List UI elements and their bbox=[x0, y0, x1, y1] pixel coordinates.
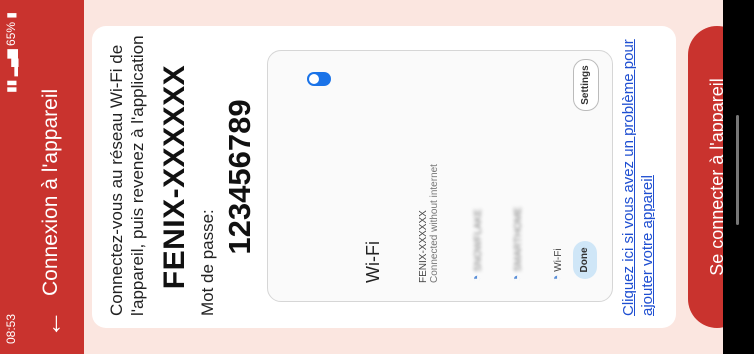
app-bar: ← Connexion à l'appareil bbox=[22, 0, 84, 354]
connected-network-row: FENIX-XXXXXX Connected without internet bbox=[418, 164, 440, 283]
status-icons: ▮▮ ▂▄▆ 65% ▮ bbox=[4, 12, 18, 93]
wifi-signal-icon: ◔ bbox=[548, 274, 564, 283]
network-name-blurred: SNOWFLAKE bbox=[473, 208, 484, 272]
network-row: ◔ SMARTHOME bbox=[508, 207, 524, 283]
home-gesture-pill[interactable] bbox=[736, 115, 739, 225]
status-time: 08:53 bbox=[4, 313, 18, 344]
arrow-left-icon[interactable]: ← bbox=[34, 306, 70, 342]
instruction-card: Connectez-vous au réseau Wi-Fi de l'appa… bbox=[92, 26, 676, 328]
battery-text: 65% bbox=[4, 21, 18, 46]
password-label: Mot de passe: bbox=[198, 209, 217, 316]
wifi-signal-icon: ◔ bbox=[508, 274, 524, 283]
app-screen: 08:53 ▮▮ ▂▄▆ 65% ▮ ← Connexion à l'appar… bbox=[0, 0, 754, 354]
connected-network-name: FENIX-XXXXXX bbox=[418, 210, 429, 283]
page-title: Connexion à l'appareil bbox=[39, 88, 62, 296]
connected-network-status: Connected without internet bbox=[429, 164, 440, 283]
instructions-text: Connectez-vous au réseau Wi-Fi de l'appa… bbox=[107, 35, 147, 316]
wifi-section-row: ◔ Wi-Fi bbox=[548, 248, 564, 283]
help-link[interactable]: Cliquez ici si vous avez un problème pou… bbox=[619, 34, 657, 316]
system-navigation-bar bbox=[723, 0, 754, 354]
network-name-blurred: SMARTHOME bbox=[513, 206, 524, 272]
status-bar: 08:53 ▮▮ ▂▄▆ 65% ▮ bbox=[0, 0, 22, 354]
network-row: ◔ SNOWFLAKE bbox=[468, 209, 484, 283]
wifi-toggle bbox=[307, 72, 331, 86]
password-value: 123456789 bbox=[222, 99, 257, 255]
done-button: Done bbox=[573, 241, 597, 279]
network-name: FENIX-XXXXXX bbox=[158, 64, 191, 290]
wifi-signal-icon: ◔ bbox=[468, 274, 484, 283]
battery-icon: ▮ bbox=[4, 12, 18, 22]
wifi-dialog-title: Wi-Fi bbox=[363, 241, 383, 283]
wifi-settings-illustration: Wi-Fi FENIX-XXXXXX Connected without int… bbox=[267, 50, 613, 302]
signal-icon: ▮▮ ▂▄▆ bbox=[4, 45, 18, 93]
wifi-section-label: Wi-Fi bbox=[553, 248, 564, 272]
settings-button: Settings bbox=[573, 59, 599, 111]
